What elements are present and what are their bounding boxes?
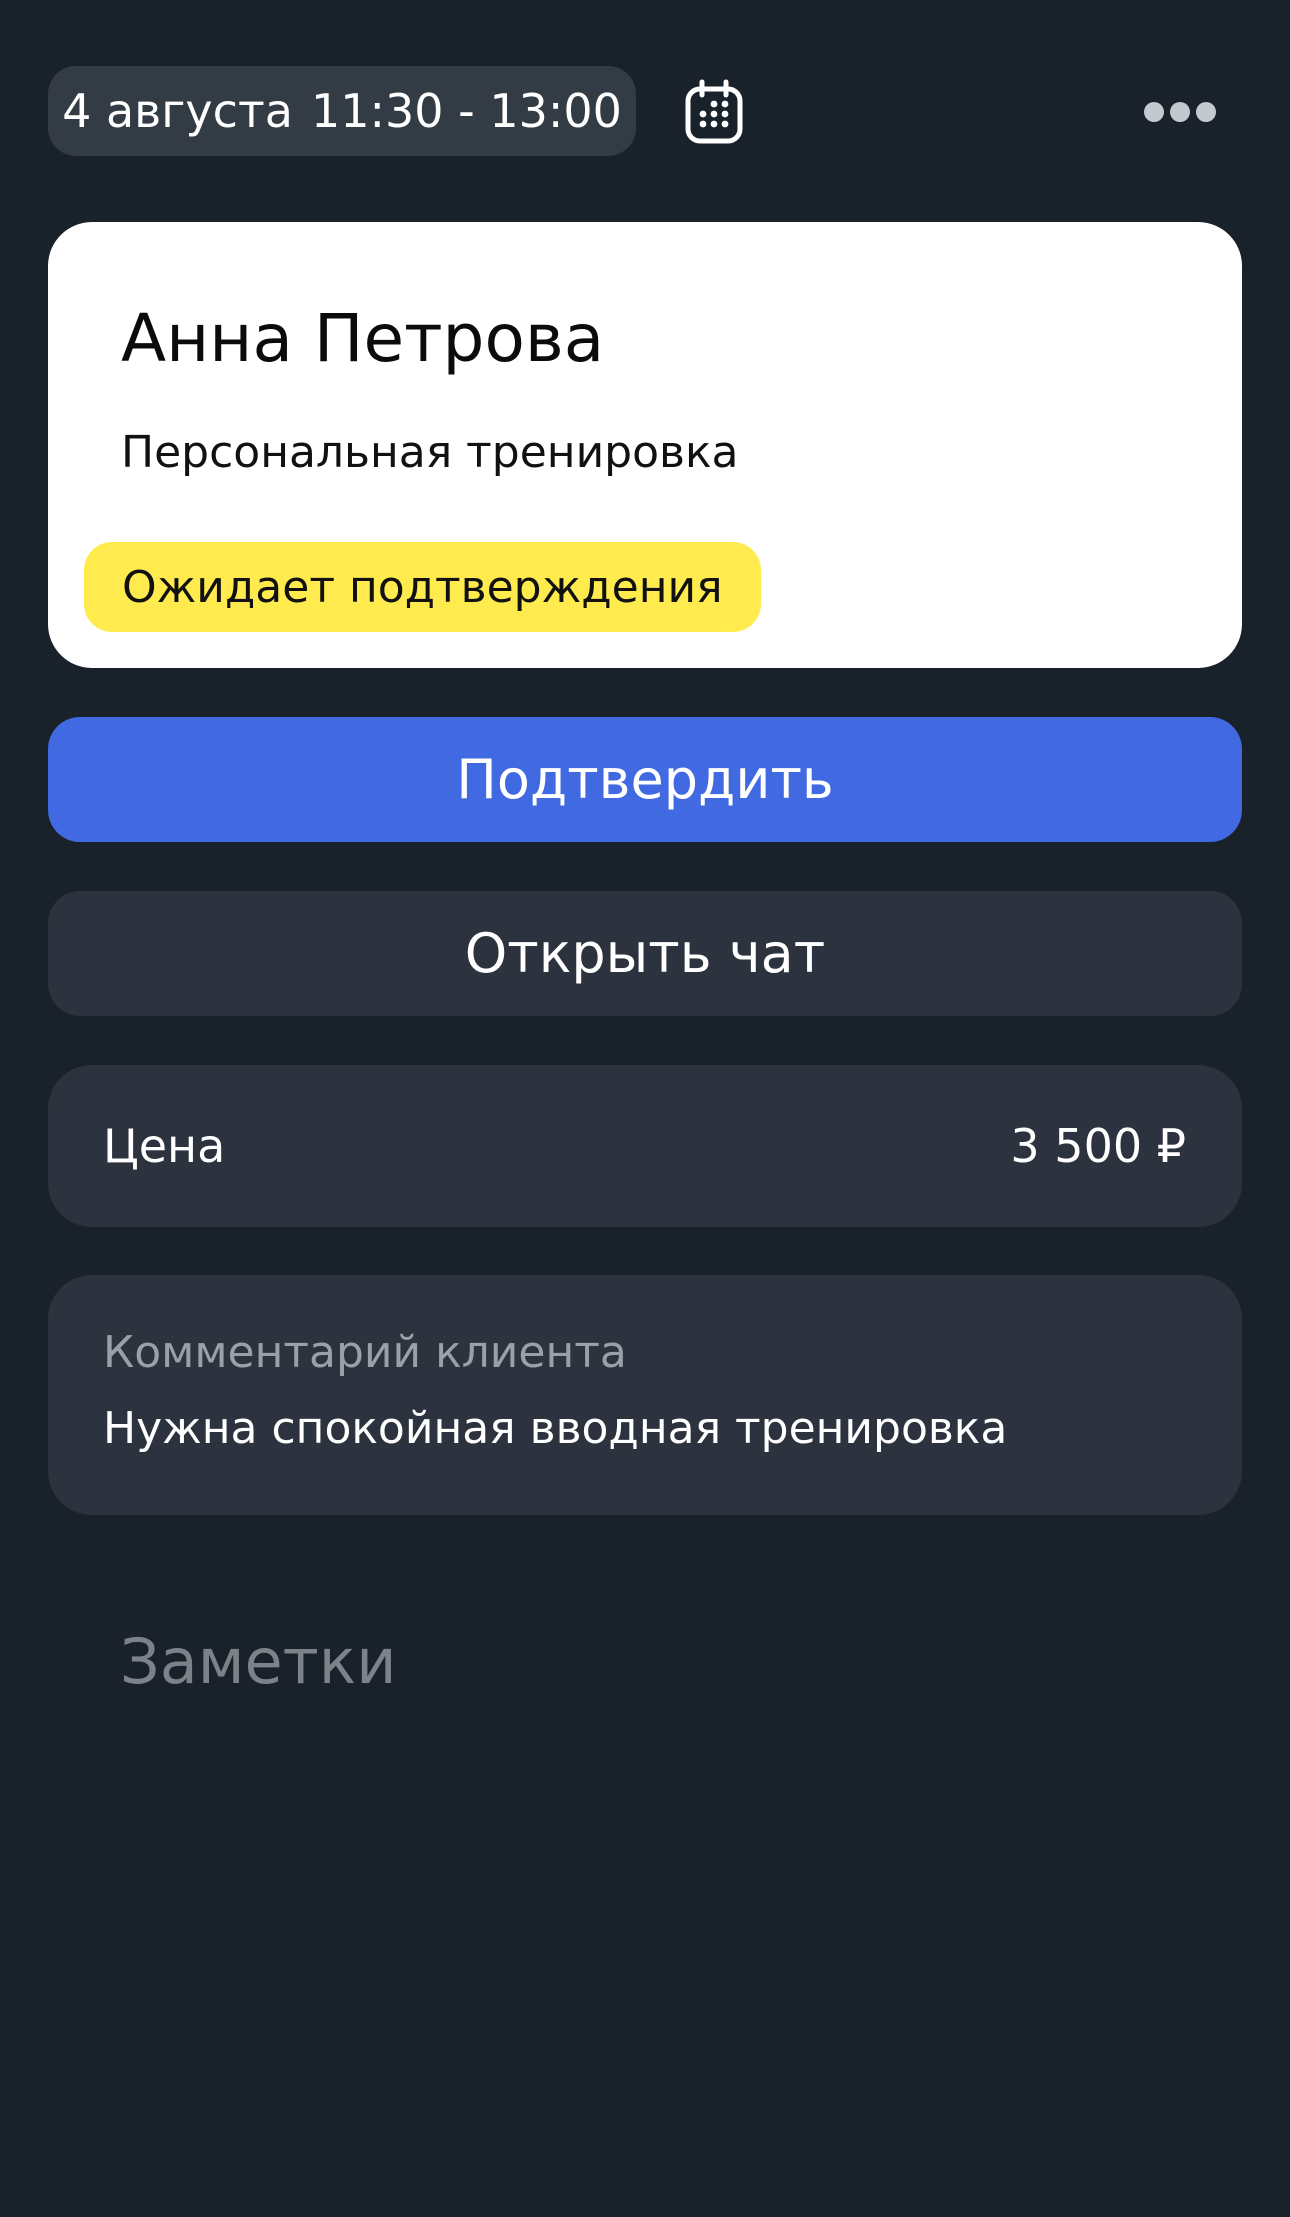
- date-time-pill[interactable]: 4 августа 11:30 - 13:00: [48, 66, 636, 156]
- comment-label: Комментарий клиента: [103, 1327, 627, 1378]
- booking-time-range: 11:30 - 13:00: [310, 84, 622, 138]
- price-value: 3 500 ₽: [1010, 1119, 1186, 1173]
- status-badge: Ожидает подтверждения: [84, 542, 761, 632]
- more-options-button[interactable]: [1130, 84, 1230, 140]
- client-comment-card: Комментарий клиента Нужна спокойная ввод…: [48, 1275, 1242, 1515]
- price-row: Цена 3 500 ₽: [48, 1065, 1242, 1227]
- calendar-icon: [685, 79, 743, 144]
- calendar-button[interactable]: [680, 76, 748, 148]
- client-name: Анна Петрова: [121, 300, 605, 377]
- booking-date: 4 августа: [62, 84, 293, 138]
- notes-input[interactable]: Заметки: [120, 1625, 397, 1698]
- open-chat-button[interactable]: Открыть чат: [48, 891, 1242, 1016]
- service-name: Персональная тренировка: [121, 427, 739, 478]
- price-label: Цена: [103, 1119, 226, 1173]
- more-horizontal-icon: [1144, 102, 1216, 122]
- client-card: Анна Петрова Персональная тренировка Ожи…: [48, 222, 1242, 668]
- confirm-button[interactable]: Подтвердить: [48, 717, 1242, 842]
- comment-text: Нужна спокойная вводная тренировка: [103, 1403, 1008, 1454]
